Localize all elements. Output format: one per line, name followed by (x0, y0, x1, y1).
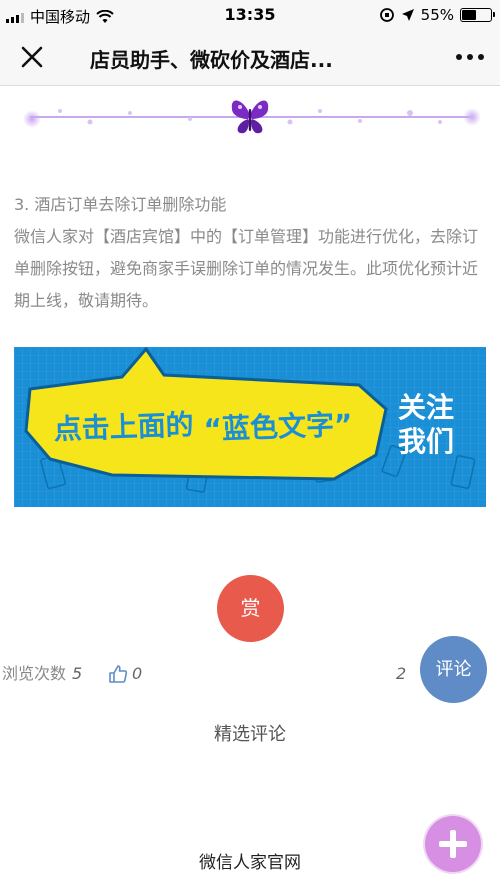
rotation-lock-icon (379, 8, 394, 22)
status-right: 55% (379, 6, 495, 24)
thumbs-up-icon (109, 665, 128, 683)
banner-side-text-2: 我们 (398, 425, 454, 458)
article-heading: 3. 酒店订单去除订单删除功能 (14, 195, 227, 214)
right-count: 2 (396, 664, 407, 683)
page-title: 店员助手、微砍价及酒店... (90, 48, 333, 72)
article-body: 微信人家对【酒店宾馆】中的【订单管理】功能进行优化，去除订单删除按钮，避免商家手… (14, 227, 479, 310)
views-label: 浏览次数 (2, 664, 67, 683)
banner-side-text-1: 关注 (398, 391, 454, 424)
location-icon (401, 9, 414, 21)
banner-quote-text: “蓝色文字” (203, 408, 353, 446)
battery-icon (460, 8, 495, 22)
views-stat: 浏览次数 5 (2, 659, 82, 689)
battery-fill (462, 10, 476, 20)
views-count: 5 (72, 664, 83, 683)
status-bar: 中国移动 13:35 55% (0, 0, 500, 30)
account-name[interactable]: 微信人家官网 (0, 848, 500, 873)
banner-main-text: 点击上面的 (53, 408, 194, 446)
close-icon[interactable] (18, 43, 46, 71)
reward-button[interactable]: 赏 (217, 575, 284, 642)
nav-bar: 店员助手、微砍价及酒店... (0, 30, 500, 86)
comment-button[interactable]: 评论 (420, 636, 487, 703)
follow-us-banner[interactable]: 点击上面的 “蓝色文字” 关注 我们 (14, 347, 486, 507)
like-button[interactable]: 0 (108, 659, 142, 689)
butterfly-divider-icon (23, 100, 480, 134)
more-options-icon[interactable] (456, 54, 484, 60)
likes-count: 0 (132, 664, 143, 683)
article-content: 3. 酒店订单去除订单删除功能 微信人家对【酒店宾馆】中的【订单管理】功能进行优… (14, 189, 484, 317)
featured-comments-heading: 精选评论 (214, 724, 286, 745)
plus-icon[interactable] (425, 816, 481, 872)
battery-percent: 55% (420, 6, 454, 24)
